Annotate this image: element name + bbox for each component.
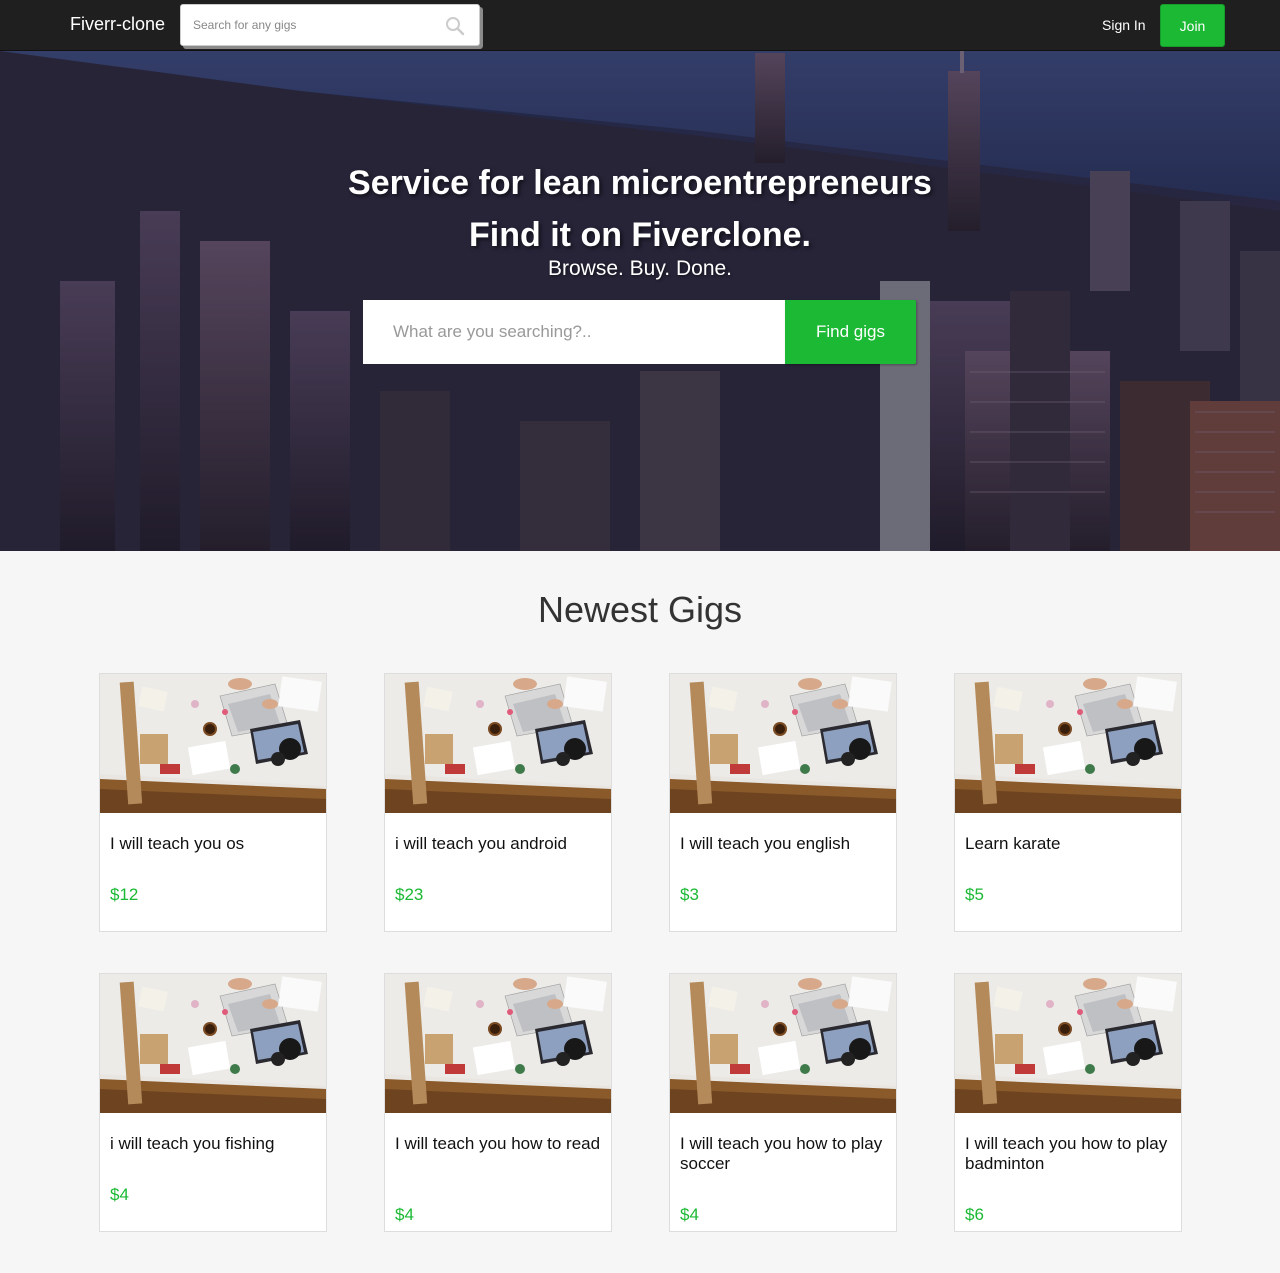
gig-card[interactable]: i will teach you fishing $4 (99, 973, 327, 1232)
gig-card[interactable]: I will teach you how to play soccer $4 (669, 973, 897, 1232)
nav-search-input[interactable] (181, 5, 479, 45)
gig-thumbnail-image[interactable] (670, 974, 896, 1113)
hero-subtitle: Browse. Buy. Done. (547, 257, 733, 280)
gig-thumbnail-image[interactable] (385, 674, 611, 813)
nav-search-box (180, 4, 480, 46)
gig-price: $4 (680, 1205, 699, 1224)
gig-price: $5 (965, 885, 984, 904)
gig-title[interactable]: I will teach you how to play soccer (680, 1134, 888, 1174)
gig-title[interactable]: i will teach you android (395, 834, 603, 854)
gig-price: $4 (110, 1185, 129, 1204)
gig-title[interactable]: i will teach you fishing (110, 1134, 318, 1154)
section-title: Newest Gigs (537, 589, 743, 630)
hero-title: Service for lean microentrepreneurs Find… (0, 157, 1280, 261)
gig-thumbnail-image[interactable] (100, 674, 326, 813)
find-gigs-button[interactable]: Find gigs (785, 300, 916, 364)
search-icon[interactable] (445, 16, 465, 36)
hero-search-input[interactable] (363, 300, 785, 364)
navbar: Fiverr-clone Sign In Join (0, 0, 1280, 51)
gig-thumbnail-image[interactable] (670, 674, 896, 813)
signin-link[interactable]: Sign In (1102, 17, 1146, 33)
hero-title-line2: Find it on Fiverclone. (469, 216, 811, 254)
gig-title[interactable]: Learn karate (965, 834, 1173, 854)
join-button[interactable]: Join (1160, 4, 1225, 47)
gig-price: $6 (965, 1205, 984, 1224)
gig-title[interactable]: I will teach you english (680, 834, 888, 854)
gig-thumbnail-image[interactable] (955, 674, 1181, 813)
gig-price: $12 (110, 885, 139, 904)
gig-card[interactable]: I will teach you english $3 (669, 673, 897, 932)
gig-price: $4 (395, 1205, 414, 1224)
gig-card[interactable]: I will teach you how to read $4 (384, 973, 612, 1232)
gig-card[interactable]: I will teach you how to play badminton $6 (954, 973, 1182, 1232)
gig-title[interactable]: I will teach you how to play badminton (965, 1134, 1173, 1174)
hero-banner: Service for lean microentrepreneurs Find… (0, 51, 1280, 551)
gig-thumbnail-image[interactable] (955, 974, 1181, 1113)
brand-logo[interactable]: Fiverr-clone (70, 14, 165, 35)
gig-price: $23 (395, 885, 424, 904)
gig-thumbnail-image[interactable] (385, 974, 611, 1113)
gig-card[interactable]: Learn karate $5 (954, 673, 1182, 932)
gig-card[interactable]: i will teach you android $23 (384, 673, 612, 932)
gig-card[interactable]: I will teach you os $12 (99, 673, 327, 932)
gig-title[interactable]: I will teach you os (110, 834, 318, 854)
hero-title-line1: Service for lean microentrepreneurs (348, 164, 932, 202)
gig-price: $3 (680, 885, 699, 904)
gig-title[interactable]: I will teach you how to read (395, 1134, 603, 1154)
gig-thumbnail-image[interactable] (100, 974, 326, 1113)
